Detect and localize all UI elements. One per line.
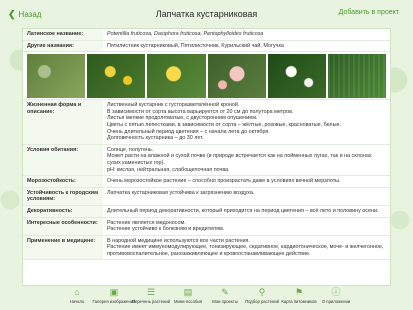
nav-plant-list[interactable]: ☰ Перечень растений: [132, 287, 170, 310]
photo-strip: [23, 52, 390, 101]
book-icon: ▤: [183, 287, 193, 297]
decorativeness-label: Декоративность:: [23, 205, 103, 217]
text-line: Долговечность кустарника – до 30 лет.: [107, 135, 204, 142]
habitat-row: Условия обитания: Солнце, полутень. Може…: [23, 144, 390, 177]
medicine-label: Применение в медицине:: [23, 235, 103, 260]
features-row: Интересные особенности: Растение являетс…: [23, 217, 390, 236]
habitat-label: Условия обитания:: [23, 144, 103, 176]
nav-guides[interactable]: ▤ Мини-пособия: [170, 287, 207, 310]
other-names-label: Другие названия:: [23, 40, 103, 52]
nav-label: О приложении: [321, 299, 351, 304]
nav-gallery[interactable]: ▣ Галерея изображений: [92, 287, 136, 310]
text-line: Лиственный кустарник с густоразветвлённо…: [107, 102, 240, 109]
nav-home[interactable]: ⌂ Начало: [59, 287, 96, 310]
urban-resistance-label: Устойчивость к городским условиям:: [23, 187, 103, 205]
list-icon: ☰: [146, 287, 156, 297]
latin-name-row: Латинское название: Potentilla fruticosa…: [23, 29, 390, 41]
other-names-row: Другие названия: Пятилистник кустарников…: [23, 40, 390, 53]
latin-name-value: Potentilla fruticosa, Dasiphora fruticos…: [107, 31, 264, 37]
text-line: В народной медицине используются все час…: [107, 237, 250, 244]
info-icon: ⓘ: [331, 287, 341, 297]
project-icon: ✎: [221, 287, 229, 297]
nav-about[interactable]: ⓘ О приложении: [318, 287, 355, 310]
habitat-value: Солнце, полутень. Может расти на влажной…: [103, 145, 390, 175]
text-line: pH: кислая, нейтральная, слабощелочная п…: [107, 166, 230, 173]
decorativeness-value: Длительный период декоративности, которы…: [107, 207, 379, 214]
frost-resistance-row: Морозостойкость: Очень морозостойкое рас…: [23, 176, 390, 188]
nav-label: Подбор растений: [245, 299, 279, 304]
house-icon: ⌂: [74, 287, 80, 297]
urban-resistance-value: Лапчатка кустарниковая устойчива к загря…: [107, 189, 255, 196]
plant-photo[interactable]: [327, 54, 387, 99]
decorativeness-row: Декоративность: Длительный период декора…: [23, 205, 390, 218]
life-form-label: Жизненная форма и описание:: [23, 100, 103, 144]
top-bar: ❮ Назад Лапчатка кустарниковая Добавить …: [0, 0, 413, 28]
plant-photo[interactable]: [87, 54, 146, 99]
medicine-row: Применение в медицине: В народной медици…: [23, 235, 390, 261]
text-line: В зависимости от сорта высота варьируетс…: [107, 108, 294, 115]
features-label: Интересные особенности:: [23, 217, 103, 235]
features-value: Растение является медоносом. Растение ус…: [103, 218, 390, 235]
frost-resistance-value: Очень морозостойкое растение – способно …: [107, 178, 341, 185]
nav-label: Перечень растений: [132, 299, 170, 304]
text-line: Цветы с пятью лепестками, в зависимости …: [107, 121, 341, 128]
nav-label: Мои проекты: [212, 299, 238, 304]
nav-nursery-map[interactable]: ⚑ Карта питомников: [281, 287, 318, 310]
bottom-navigation: ⌂ Начало ▣ Галерея изображений ☰ Перечен…: [0, 287, 413, 310]
frost-resistance-label: Морозостойкость:: [23, 176, 103, 187]
plant-details-panel: Латинское название: Potentilla fruticosa…: [22, 28, 391, 286]
urban-resistance-row: Устойчивость к городским условиям: Лапча…: [23, 187, 390, 206]
plant-photo[interactable]: [207, 54, 266, 99]
map-icon: ⚑: [294, 287, 304, 297]
text-line: Растение устойчиво к болезням и вредител…: [107, 226, 225, 233]
plant-photo[interactable]: [147, 54, 206, 99]
nav-label: Карта питомников: [281, 299, 317, 304]
search-plant-icon: ⚲: [258, 287, 266, 297]
text-line: Листья мелкие продолговатые, с двусторон…: [107, 115, 258, 122]
text-line: Очень длительный период цветения – с нач…: [107, 128, 270, 135]
life-form-value: Лиственный кустарник с густоразветвлённо…: [103, 100, 390, 144]
add-to-project-button[interactable]: Добавить в проект: [339, 9, 399, 16]
other-names-value: Пятилистник кустарниковый, Пятилисточник…: [107, 42, 284, 49]
nav-plant-selection[interactable]: ⚲ Подбор растений: [244, 287, 281, 310]
nav-label: Мини-пособия: [174, 299, 202, 304]
plant-photo[interactable]: [27, 54, 86, 99]
nav-label: Начало: [69, 299, 85, 304]
medicine-value: В народной медицине используются все час…: [103, 236, 390, 260]
text-line: Растение имеет иммуномодулирующее, тониз…: [107, 244, 384, 257]
plant-photo[interactable]: [267, 54, 326, 99]
life-form-row: Жизненная форма и описание: Лиственный к…: [23, 100, 390, 145]
nav-projects[interactable]: ✎ Мои проекты: [207, 287, 244, 310]
gallery-icon: ▣: [109, 287, 119, 297]
text-line: Может расти на влажной и сухой почве (в …: [107, 153, 372, 166]
nav-label: Галерея изображений: [92, 299, 136, 304]
latin-name-label: Латинское название:: [23, 29, 103, 40]
